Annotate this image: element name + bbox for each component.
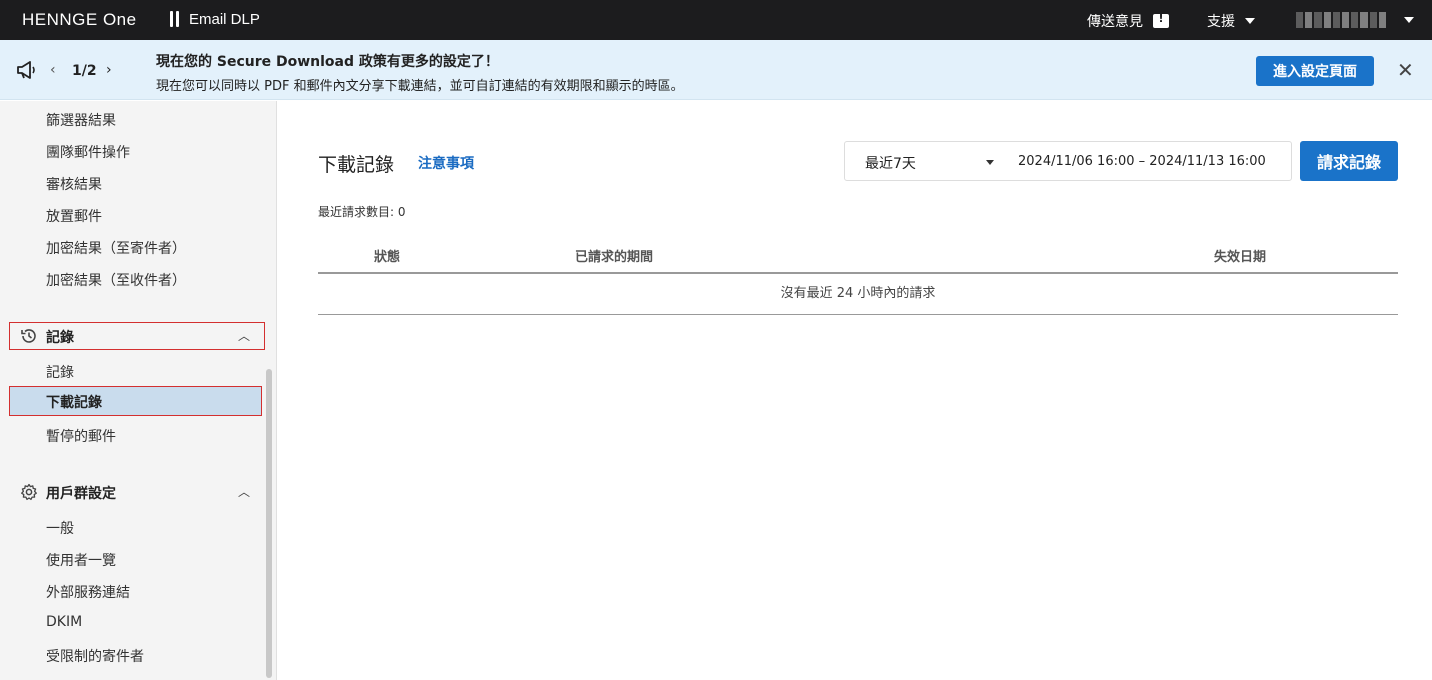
announcement-title: 現在您的 Secure Download 政策有更多的設定了！ [156,54,499,70]
sidebar-item-filter-results[interactable]: 篩選器結果 [46,110,116,130]
send-feedback-button[interactable]: 傳送意見 [1087,11,1169,31]
top-navigation-bar: HENNGE One Email DLP 傳送意見 支援 [0,0,1432,40]
sidebar-group-label: 用戶群設定 [46,486,116,502]
history-icon [21,329,36,343]
date-range-picker: 最近7天 2024/11/06 16:00 – 2024/11/13 16:00 [844,141,1292,181]
sidebar-item-encryption-to-recipient[interactable]: 加密結果（至收件者） [46,270,186,290]
date-range-input[interactable]: 2024/11/06 16:00 – 2024/11/13 16:00 [1018,154,1266,169]
sidebar-item-restricted-senders[interactable]: 受限制的寄件者 [46,646,144,666]
sidebar-group-label: 記錄 [46,330,74,346]
gear-icon [21,483,37,501]
support-label: 支援 [1207,14,1235,30]
user-menu-chevron-icon[interactable] [1404,17,1414,23]
announcement-page-indicator: 1/2 [72,63,97,79]
sidebar-group-records[interactable]: 記錄 ︿ [9,322,265,350]
request-records-button[interactable]: 請求記錄 [1300,141,1398,181]
announcement-body: 現在您可以同時以 PDF 和郵件內文分享下載連結，並可自訂連結的有效期限和顯示的… [156,79,684,94]
support-menu[interactable]: 支援 [1207,11,1255,31]
product-name[interactable]: Email DLP [189,11,260,28]
recent-request-count: 最近請求數目: 0 [318,205,406,219]
column-header-expiry-date: 失效日期 [1214,250,1267,265]
sidebar-item-user-list[interactable]: 使用者一覽 [46,550,116,570]
go-to-settings-button[interactable]: 進入設定頁面 [1256,56,1374,86]
product-separator-icon [170,11,180,27]
column-header-requested-period: 已請求的期間 [575,250,654,265]
sidebar-group-user-settings[interactable]: 用戶群設定 ︿ [10,479,264,505]
sidebar-item-records[interactable]: 記錄 [46,362,74,382]
chevron-down-icon [1245,18,1255,24]
page-title: 下載記錄 [318,154,395,176]
chevron-up-icon: ︿ [237,485,250,499]
announcement-prev-icon[interactable]: ‹ [50,62,56,78]
announcement-next-icon[interactable]: › [106,62,112,78]
sidebar-item-label: 下載記錄 [46,395,102,411]
close-icon[interactable]: ✕ [1397,60,1414,80]
range-preset-select[interactable]: 最近7天 [865,153,916,173]
chevron-up-icon: ︿ [237,329,250,343]
table-empty-message: 沒有最近 24 小時內的請求 [318,274,1398,315]
notice-link[interactable]: 注意事項 [418,153,474,173]
user-account-menu[interactable] [1296,12,1387,28]
table-header: 狀態 已請求的期間 失效日期 [318,236,1398,274]
sidebar-item-paused-mail[interactable]: 暫停的郵件 [46,426,116,446]
feedback-icon [1153,12,1169,28]
sidebar-item-team-mail-actions[interactable]: 團隊郵件操作 [46,142,130,162]
feedback-label: 傳送意見 [1087,14,1143,30]
sidebar-scrollbar[interactable] [266,369,272,678]
sidebar-item-encryption-to-sender[interactable]: 加密結果（至寄件者） [46,238,186,258]
megaphone-icon [17,61,35,79]
sidebar-item-external-service-links[interactable]: 外部服務連結 [46,582,130,602]
sidebar-item-held-mail[interactable]: 放置郵件 [46,206,102,226]
sidebar-item-download-records[interactable]: 下載記錄 [9,386,262,416]
sidebar-item-dkim[interactable]: DKIM [46,614,82,630]
column-header-status: 狀態 [374,250,401,265]
henngeone-logo[interactable]: HENNGE One [22,10,137,30]
sidebar-item-general[interactable]: 一般 [46,518,74,538]
sidebar-item-review-results[interactable]: 審核結果 [46,174,102,194]
caret-down-icon[interactable] [986,160,994,165]
